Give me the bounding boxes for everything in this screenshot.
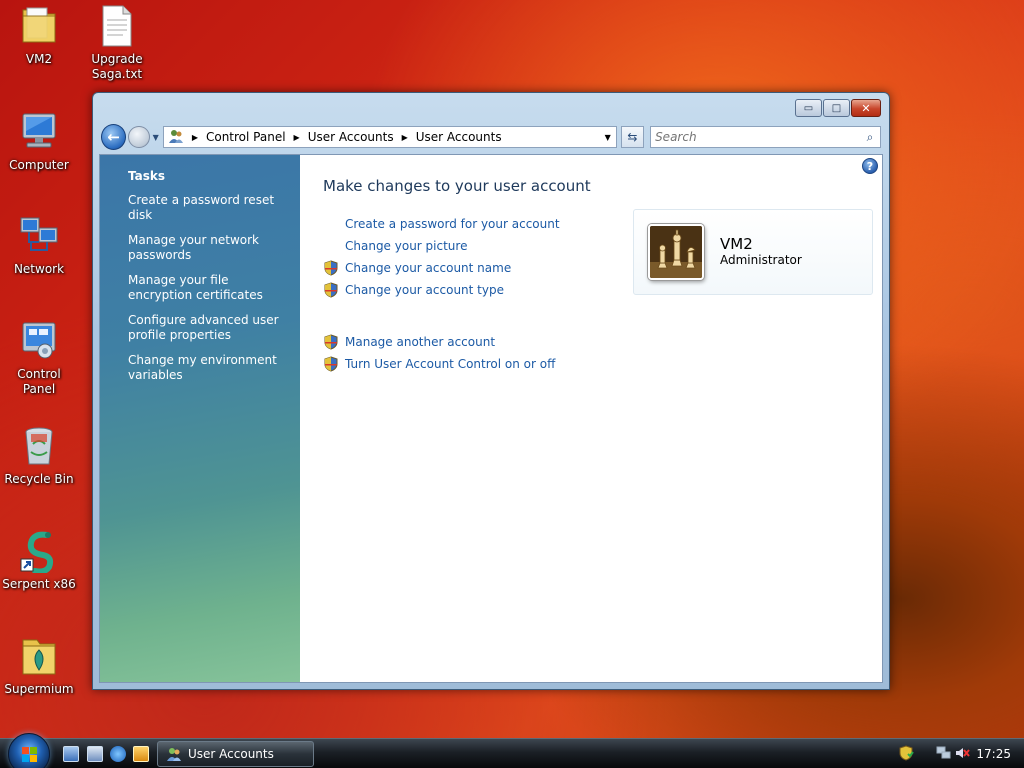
task-configure-advanced-user-profile[interactable]: Configure advanced user profile properti… (128, 313, 288, 343)
taskbar: User Accounts 17:25 (0, 733, 1024, 768)
manage-another-account-link[interactable]: Manage another account (345, 335, 495, 349)
computer-icon (17, 110, 61, 154)
desktop-icon-label: Control Panel (17, 367, 61, 396)
recent-pages-dropdown-icon[interactable]: ▼ (153, 133, 159, 142)
tasks-heading: Tasks (128, 169, 166, 183)
maximize-icon: □ (831, 102, 842, 114)
network-icon (17, 214, 61, 258)
link-row: Turn User Account Control on or off (323, 353, 882, 375)
user-accounts-window: ▭ □ ✕ ← ▼ ▶ Control Panel ▶ User Account… (92, 92, 890, 690)
system-tray: 17:25 (890, 739, 1024, 768)
show-desktop-icon[interactable] (63, 746, 79, 762)
desktop-icon-label: VM2 (25, 52, 53, 66)
desktop-icon-label: Network (13, 262, 65, 276)
desktop-icon-label: Upgrade Saga.txt (91, 52, 143, 81)
recycle-bin-icon (17, 424, 61, 468)
help-icon[interactable]: ? (862, 158, 878, 174)
uac-shield-icon (323, 282, 339, 298)
text-file-icon (95, 4, 139, 48)
breadcrumb-separator-icon[interactable]: ▶ (294, 133, 300, 142)
desktop-icon-label: Supermium (4, 682, 74, 696)
task-create-password-reset-disk[interactable]: Create a password reset disk (128, 193, 288, 223)
serpent-shortcut-icon (17, 529, 61, 575)
forward-button[interactable] (128, 126, 150, 148)
clock[interactable]: 17:25 (976, 747, 1011, 761)
switch-windows-icon[interactable] (87, 746, 103, 762)
back-button[interactable]: ← (101, 124, 127, 150)
refresh-button[interactable]: ⇆ (620, 126, 645, 148)
desktop-icon-recycle-bin[interactable]: Recycle Bin (0, 424, 78, 487)
search-box[interactable]: ⌕ (650, 126, 881, 148)
media-player-icon[interactable] (133, 746, 149, 762)
breadcrumb-user-accounts[interactable]: User Accounts (308, 130, 394, 144)
desktop-icon-label: Recycle Bin (4, 472, 74, 486)
minimize-icon: ▭ (803, 102, 814, 114)
page-title: Make changes to your user account (323, 177, 591, 195)
task-change-environment-variables[interactable]: Change my environment variables (128, 353, 288, 383)
link-row: Manage another account (323, 331, 882, 353)
start-button[interactable] (8, 733, 50, 768)
account-card: VM2 Administrator (633, 209, 873, 295)
change-account-name-link[interactable]: Change your account name (345, 261, 511, 275)
task-manage-network-passwords[interactable]: Manage your network passwords (128, 233, 288, 263)
desktop-icon-upgrade-saga[interactable]: Upgrade Saga.txt (78, 4, 156, 82)
desktop-icon-vm2[interactable]: VM2 (0, 4, 78, 67)
create-password-link[interactable]: Create a password for your account (345, 217, 560, 231)
main-content: ? Make changes to your user account Crea… (300, 155, 882, 682)
desktop-icon-network[interactable]: Network (0, 214, 78, 277)
network-status-icon[interactable] (936, 745, 952, 764)
window-client-area: Tasks Create a password reset disk Manag… (99, 154, 883, 683)
desktop-icon-supermium[interactable]: Supermium (0, 634, 78, 697)
taskbar-button-user-accounts[interactable]: User Accounts (157, 741, 314, 767)
change-account-type-link[interactable]: Change your account type (345, 283, 504, 297)
minimize-button[interactable]: ▭ (795, 99, 822, 117)
volume-muted-icon[interactable] (954, 745, 970, 764)
close-button[interactable]: ✕ (851, 99, 881, 117)
taskbar-button-label: User Accounts (188, 747, 274, 761)
internet-explorer-icon[interactable] (110, 746, 126, 762)
search-icon[interactable]: ⌕ (860, 130, 880, 145)
task-manage-file-encryption-certificates[interactable]: Manage your file encryption certificates (128, 273, 288, 303)
toggle-user-account-control-link[interactable]: Turn User Account Control on or off (345, 357, 555, 371)
address-bar[interactable]: ▶ Control Panel ▶ User Accounts ▶ User A… (162, 126, 617, 148)
control-panel-icon (17, 319, 61, 363)
refresh-icon: ⇆ (627, 130, 638, 144)
breadcrumb-separator-icon[interactable]: ▶ (402, 133, 408, 142)
desktop-icon-label: Computer (9, 158, 69, 172)
account-role: Administrator (720, 253, 802, 267)
supermium-folder-icon (17, 634, 61, 678)
uac-shield-icon (323, 356, 339, 372)
windows-logo-icon (22, 747, 37, 762)
close-icon: ✕ (861, 101, 871, 115)
breadcrumb-control-panel[interactable]: Control Panel (206, 130, 286, 144)
desktop-icon-computer[interactable]: Computer (0, 110, 78, 173)
desktop-icon-control-panel[interactable]: Control Panel (0, 319, 78, 397)
user-accounts-icon (166, 746, 182, 762)
desktop-icon-label: Serpent x86 (2, 577, 76, 591)
address-dropdown-icon[interactable]: ▼ (600, 133, 616, 142)
tasks-pane: Tasks Create a password reset disk Manag… (100, 155, 300, 682)
uac-shield-icon (323, 260, 339, 276)
security-center-icon[interactable] (898, 745, 914, 764)
search-input[interactable] (655, 130, 860, 144)
change-picture-link[interactable]: Change your picture (345, 239, 467, 253)
user-accounts-icon (168, 128, 184, 147)
breadcrumb-user-accounts-current[interactable]: User Accounts (416, 130, 502, 144)
account-picture[interactable] (648, 224, 704, 280)
caption-buttons: ▭ □ ✕ (795, 99, 881, 117)
folder-icon (17, 4, 61, 48)
maximize-button[interactable]: □ (823, 99, 850, 117)
navigation-bar: ← ▼ ▶ Control Panel ▶ User Accounts ▶ Us… (101, 123, 881, 151)
breadcrumb-separator-icon[interactable]: ▶ (192, 133, 198, 142)
back-arrow-icon: ← (107, 128, 120, 146)
uac-shield-icon (323, 334, 339, 350)
account-name: VM2 (720, 235, 753, 253)
desktop-icon-serpent[interactable]: Serpent x86 (0, 529, 78, 592)
